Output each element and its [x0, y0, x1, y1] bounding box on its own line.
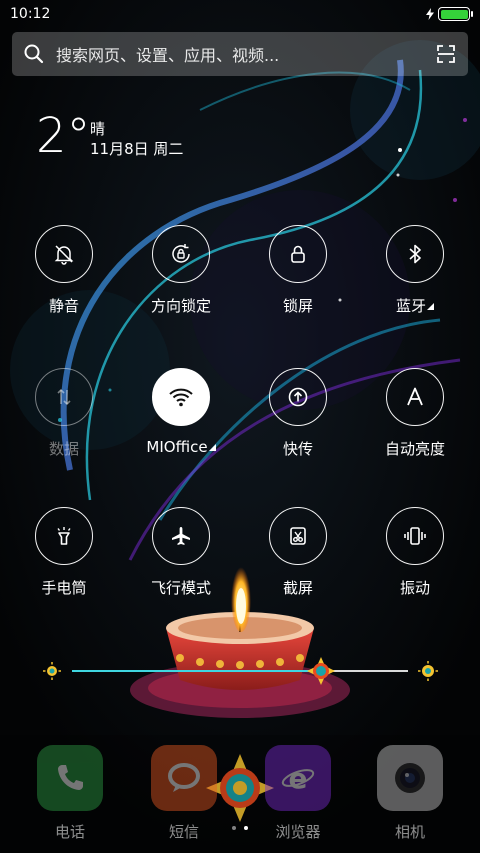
- toggle-data[interactable]: 数据: [4, 368, 124, 459]
- bell-off-icon: [54, 245, 74, 265]
- toggle-label-wrap: 蓝牙: [355, 295, 475, 316]
- scan-icon[interactable]: [436, 44, 456, 64]
- app-label: 相机: [394, 823, 425, 841]
- toggle-auto-brightness[interactable]: 自动亮度: [355, 368, 475, 459]
- toggle-lock-screen[interactable]: 锁屏: [238, 225, 358, 316]
- page-dot-active[interactable]: [244, 826, 248, 830]
- wifi-icon: [169, 388, 193, 407]
- toggle-label: 截屏: [282, 579, 313, 597]
- search-bar[interactable]: 搜索网页、设置、应用、视频...: [12, 32, 468, 76]
- toggle-label: 数据: [48, 440, 79, 458]
- status-bar: 10:12: [0, 0, 480, 28]
- airplane-icon: [172, 527, 190, 545]
- battery-icon: [438, 7, 473, 21]
- expand-caret-icon[interactable]: [427, 303, 434, 310]
- quick-transfer-icon: [288, 387, 308, 407]
- camera-icon[interactable]: [377, 745, 443, 811]
- toggle-label: 静音: [48, 297, 79, 315]
- toggle-quick-transfer[interactable]: 快传: [238, 368, 358, 459]
- brightness-low-icon: [43, 662, 61, 680]
- toggle-circle[interactable]: [269, 507, 327, 565]
- app-label: 浏览器: [275, 823, 321, 841]
- auto-brightness-icon: [407, 387, 423, 406]
- toggle-label-wrap: MIOffice: [121, 438, 241, 456]
- toggle-label: 锁屏: [282, 297, 313, 315]
- page-dot[interactable]: [232, 826, 236, 830]
- toggle-label: 自动亮度: [384, 440, 445, 458]
- flashlight-icon: [57, 527, 71, 545]
- toggle-wifi[interactable]: MIOffice: [121, 368, 241, 456]
- toggle-label: 飞行模式: [150, 579, 211, 597]
- toggle-label: 快传: [282, 440, 313, 458]
- dock-app-phone[interactable]: 电话: [10, 745, 130, 842]
- toggle-airplane-mode[interactable]: 飞行模式: [121, 507, 241, 598]
- dock-app-camera[interactable]: 相机: [350, 745, 470, 842]
- toggle-label: 手电筒: [41, 579, 87, 597]
- bluetooth-icon: [409, 244, 421, 264]
- toggle-circle[interactable]: [152, 225, 210, 283]
- toggle-vibrate[interactable]: 振动: [355, 507, 475, 598]
- browser-icon[interactable]: e: [265, 745, 331, 811]
- toggle-circle[interactable]: [35, 507, 93, 565]
- brightness-high-icon: [418, 661, 438, 681]
- search-input[interactable]: 搜索网页、设置、应用、视频...: [56, 42, 436, 66]
- message-icon[interactable]: [151, 745, 217, 811]
- brightness-slider[interactable]: [42, 657, 438, 685]
- toggle-silent[interactable]: 静音: [4, 225, 124, 316]
- brightness-track-fill: [72, 670, 321, 672]
- toggle-flashlight[interactable]: 手电筒: [4, 507, 124, 598]
- svg-text:e: e: [289, 762, 308, 795]
- dock-app-messages[interactable]: 短信: [124, 745, 244, 842]
- charging-bolt-icon: [426, 8, 434, 20]
- toggle-circle[interactable]: [386, 225, 444, 283]
- toggle-circle[interactable]: [269, 225, 327, 283]
- lock-icon: [291, 245, 305, 263]
- weather-widget[interactable]: 2° 晴 11月8日 周二: [36, 108, 183, 164]
- toggle-label: 蓝牙: [395, 297, 426, 315]
- toggle-circle[interactable]: [386, 368, 444, 426]
- brightness-thumb[interactable]: [305, 655, 337, 687]
- toggle-label: 振动: [399, 579, 430, 597]
- data-icon: [57, 388, 71, 406]
- weather-date: 11月8日 周二: [90, 140, 184, 158]
- temperature: 2°: [36, 108, 91, 164]
- screenshot-icon: [290, 527, 306, 545]
- toggle-bluetooth[interactable]: 蓝牙: [355, 225, 475, 316]
- search-icon: [24, 44, 44, 64]
- app-dock: 电话 短信 e 浏览器 相机: [0, 735, 480, 853]
- toggle-circle[interactable]: [269, 368, 327, 426]
- toggle-rotation-lock[interactable]: 方向锁定: [121, 225, 241, 316]
- app-label: 电话: [54, 823, 85, 841]
- toggle-circle[interactable]: [386, 507, 444, 565]
- toggle-label: 方向锁定: [150, 297, 211, 315]
- expand-caret-icon[interactable]: [208, 444, 216, 451]
- toggle-circle[interactable]: [35, 368, 93, 426]
- page-indicator[interactable]: [232, 826, 248, 830]
- rotation-lock-icon: [172, 244, 190, 263]
- toggle-circle[interactable]: [35, 225, 93, 283]
- toggle-circle[interactable]: [152, 368, 210, 426]
- dock-app-browser[interactable]: e 浏览器: [238, 745, 358, 842]
- toggle-label: MIOffice: [146, 438, 208, 456]
- toggle-circle[interactable]: [152, 507, 210, 565]
- clock: 10:12: [10, 6, 51, 22]
- status-icons: [426, 7, 473, 21]
- toggle-screenshot[interactable]: 截屏: [238, 507, 358, 598]
- vibrate-icon: [404, 527, 426, 545]
- phone-icon[interactable]: [37, 745, 103, 811]
- app-label: 短信: [168, 823, 199, 841]
- weather-condition: 晴: [90, 120, 106, 138]
